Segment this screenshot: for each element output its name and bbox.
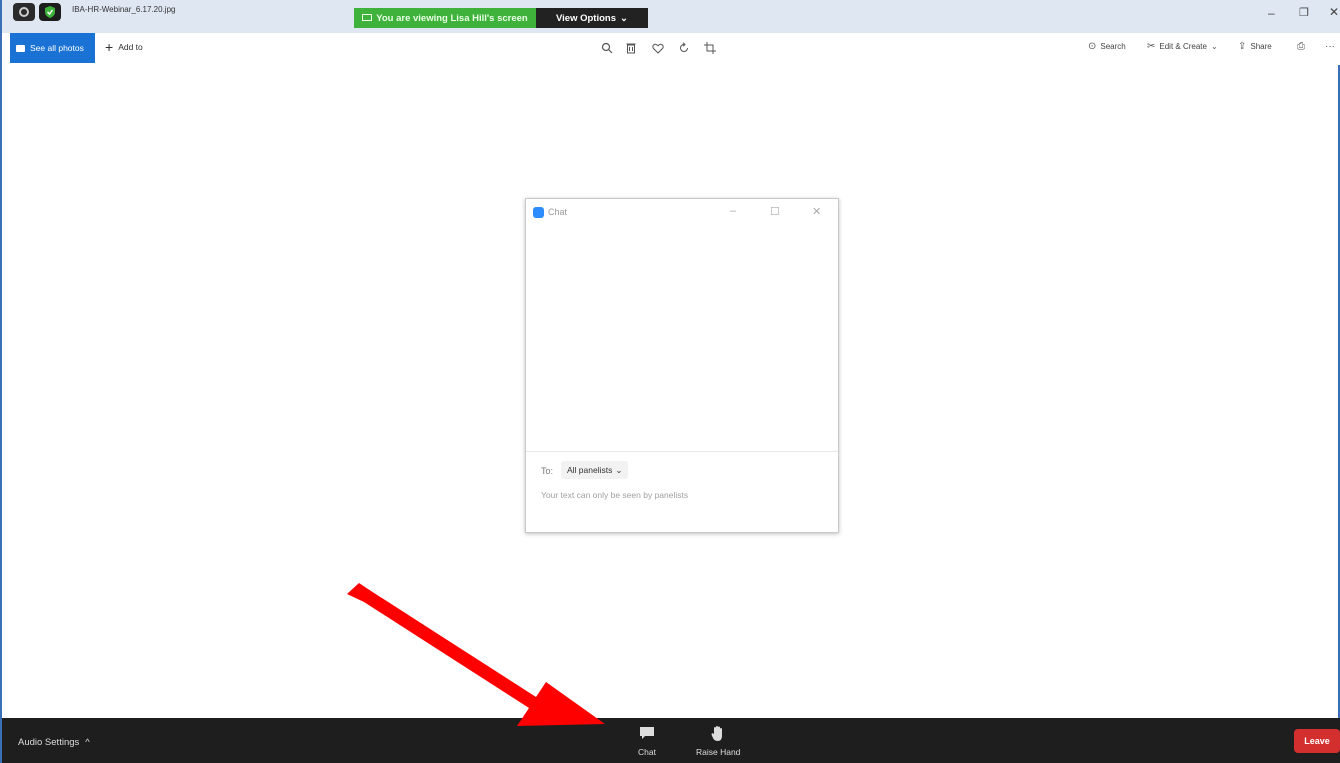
edit-create-button[interactable]: ✂ Edit & Create ⌄ xyxy=(1147,41,1218,52)
divider xyxy=(526,451,838,452)
screen-frame: IBA-HR-Webinar_6.17.20.jpg You are viewi… xyxy=(0,0,1340,763)
print-icon: ⎙ xyxy=(1297,41,1305,52)
chat-button[interactable]: Chat xyxy=(638,724,656,757)
edit-create-label: Edit & Create xyxy=(1159,42,1207,51)
zoom-icon[interactable] xyxy=(599,40,615,56)
chat-button-label: Chat xyxy=(638,747,656,757)
file-title: IBA-HR-Webinar_6.17.20.jpg xyxy=(72,5,176,14)
see-all-label: See all photos xyxy=(30,43,84,53)
title-bar: IBA-HR-Webinar_6.17.20.jpg You are viewi… xyxy=(2,0,1340,33)
maximize-button[interactable]: ❐ xyxy=(1299,6,1309,19)
photos-toolbar: See all photos + Add to ⊙ Search ✂ Edit … xyxy=(2,33,1340,65)
edit-icon: ✂ xyxy=(1147,41,1156,52)
raise-hand-button[interactable]: Raise Hand xyxy=(696,724,740,757)
banner-text: You are viewing Lisa Hill's screen xyxy=(376,12,528,24)
search-button[interactable]: ⊙ Search xyxy=(1088,41,1126,52)
chat-title: Chat xyxy=(548,207,568,217)
add-to-button[interactable]: + Add to xyxy=(105,39,143,55)
to-label: To: xyxy=(541,466,554,476)
leave-button[interactable]: Leave xyxy=(1294,729,1340,753)
chat-minimize-button[interactable]: – xyxy=(730,205,736,217)
view-options-label: View Options xyxy=(556,12,617,24)
zoom-logo-icon xyxy=(533,207,544,218)
more-icon: ··· xyxy=(1325,41,1335,52)
view-options-button[interactable]: View Options ⌄ xyxy=(536,8,648,28)
chevron-down-icon: ⌄ xyxy=(620,12,628,24)
minimize-button[interactable]: – xyxy=(1268,6,1275,20)
meeting-info-icon[interactable] xyxy=(13,3,35,21)
chat-input[interactable]: Your text can only be seen by panelists xyxy=(541,490,688,500)
plus-icon: + xyxy=(105,39,114,55)
share-icon: ⇪ xyxy=(1238,41,1247,52)
chevron-down-icon: ⌄ xyxy=(1210,42,1218,51)
heart-icon[interactable] xyxy=(650,40,666,56)
screen-share-banner: You are viewing Lisa Hill's screen xyxy=(354,8,536,28)
print-button[interactable]: ⎙ xyxy=(1297,41,1305,52)
raise-hand-label: Raise Hand xyxy=(696,747,741,757)
see-all-photos-button[interactable]: See all photos xyxy=(10,33,95,63)
chevron-down-icon: ⌄ xyxy=(615,464,623,475)
security-shield-icon[interactable] xyxy=(39,3,61,21)
more-options-button[interactable]: ··· xyxy=(1325,41,1335,52)
share-label: Share xyxy=(1250,42,1272,51)
add-to-label: Add to xyxy=(118,42,143,52)
trash-icon[interactable] xyxy=(623,40,639,56)
chat-header: Chat – ☐ ✕ xyxy=(526,199,838,227)
photos-icon xyxy=(16,44,25,52)
rotate-icon[interactable] xyxy=(676,40,692,56)
crop-icon[interactable] xyxy=(702,40,718,56)
chat-message-area xyxy=(526,227,838,451)
chat-close-button[interactable]: ✕ xyxy=(812,205,821,218)
meeting-controls-bar: Audio Settings ^ Chat Raise Hand Leave xyxy=(2,718,1340,763)
chevron-up-icon: ^ xyxy=(85,737,90,748)
chat-bubble-icon xyxy=(639,724,655,742)
search-icon: ⊙ xyxy=(1088,41,1097,52)
share-button[interactable]: ⇪ Share xyxy=(1238,41,1272,52)
search-label: Search xyxy=(1100,42,1126,51)
screen-share-icon xyxy=(362,14,373,21)
close-window-button[interactable]: ✕ xyxy=(1329,5,1339,19)
recipient-dropdown[interactable]: All panelists ⌄ xyxy=(561,461,629,479)
chat-maximize-button[interactable]: ☐ xyxy=(770,205,780,218)
audio-settings-button[interactable]: Audio Settings ^ xyxy=(18,737,90,748)
chat-window: Chat – ☐ ✕ To: All panelists ⌄ Your text… xyxy=(525,198,839,533)
raise-hand-icon xyxy=(711,724,725,742)
recipient-label: All panelists xyxy=(567,465,613,475)
audio-settings-label: Audio Settings xyxy=(18,737,80,748)
